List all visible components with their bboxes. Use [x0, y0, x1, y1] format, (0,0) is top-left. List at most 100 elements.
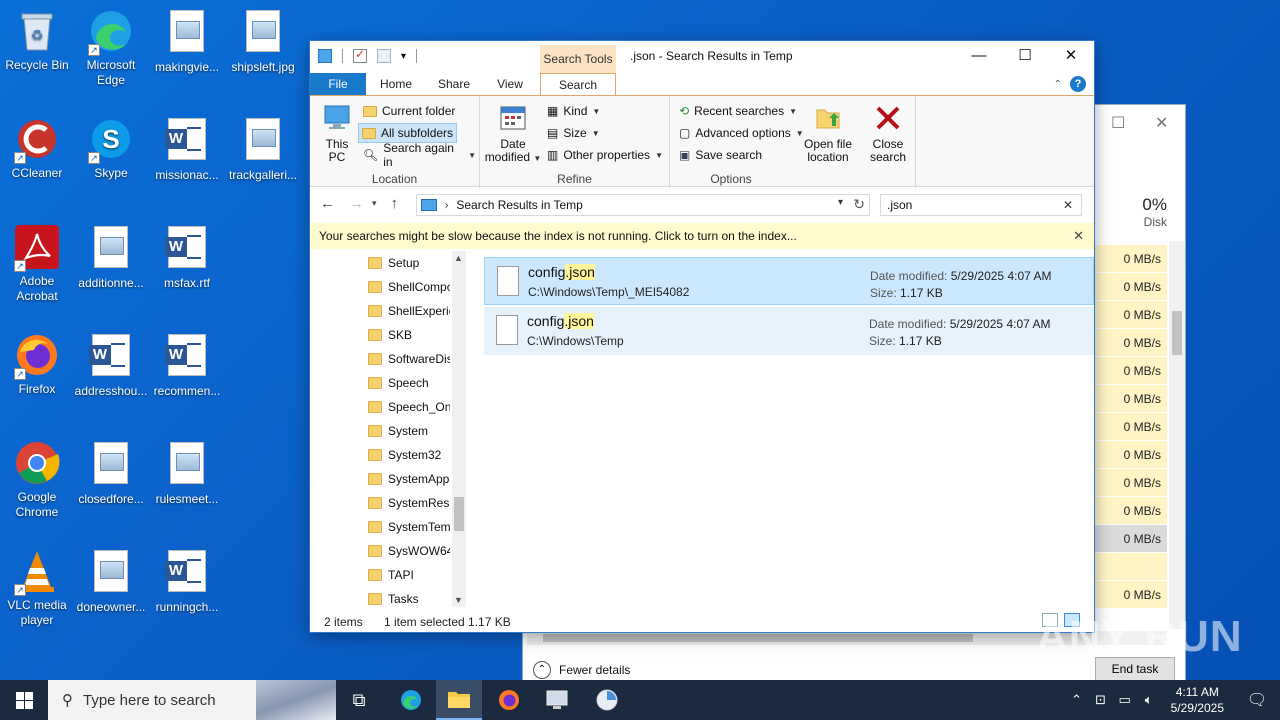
taskbar-search-box[interactable]: ⚲ Type here to search [48, 680, 336, 720]
kind-button[interactable]: ▦ Kind ▼ [544, 101, 603, 121]
disk-rate-cell[interactable]: 0 MB/s [1095, 441, 1167, 469]
desktop-icon-missionac[interactable]: W missionac... [150, 116, 224, 183]
this-pc-button[interactable]: This PC [318, 104, 356, 164]
disk-rate-cell[interactable]: 0 MB/s [1095, 469, 1167, 497]
disk-column-header[interactable]: 0% Disk [1095, 195, 1167, 229]
index-info-bar[interactable]: Your searches might be slow because the … [310, 223, 1094, 249]
tab-share[interactable]: Share [432, 73, 476, 95]
desktop-icon-runningch[interactable]: W runningch... [150, 548, 224, 615]
search-input[interactable]: .json ✕ [880, 194, 1082, 216]
desktop-icon-additionne[interactable]: additionne... [74, 224, 148, 291]
close-button[interactable]: ✕ [1048, 41, 1094, 71]
desktop-icon-recommen[interactable]: W recommen... [150, 332, 224, 399]
disk-rate-cell[interactable]: 0 MB/s [1095, 357, 1167, 385]
disk-rate-cell[interactable]: 0 MB/s [1095, 329, 1167, 357]
desktop-icon-makingvie[interactable]: makingvie... [150, 8, 224, 75]
desktop-icon-trackgalleri[interactable]: trackgalleri... [226, 116, 300, 183]
scroll-thumb[interactable] [1172, 311, 1182, 355]
advanced-options-button[interactable]: ▢ Advanced options ▼ [676, 123, 807, 143]
date-modified-button[interactable]: Date modified ▼ [484, 104, 542, 165]
address-bar[interactable]: › Search Results in Temp ▾ ↻ [416, 194, 870, 216]
desktop-icon-closedfore[interactable]: closedfore... [74, 440, 148, 507]
list-item[interactable]: config.json C:\Windows\Temp Date modifie… [484, 307, 1094, 355]
tree-item[interactable]: SKB [368, 323, 450, 347]
disk-rate-cell[interactable]: 0 MB/s [1095, 245, 1167, 273]
scroll-thumb[interactable] [454, 497, 464, 531]
task-view-button[interactable]: ⧉ [336, 680, 382, 720]
customize-toolbar-dropdown-icon[interactable]: ▾ [401, 51, 406, 62]
forward-arrow-icon[interactable]: → [349, 195, 364, 212]
size-button[interactable]: ▤ Size ▼ [544, 123, 603, 143]
start-button[interactable] [0, 680, 48, 720]
desktop-icon-addresshou[interactable]: W addresshou... [74, 332, 148, 399]
desktop-icon-adobe-acrobat[interactable]: ↗ Adobe Acrobat [0, 224, 74, 304]
desktop-icon-vlc[interactable]: ↗ VLC media player [0, 548, 74, 628]
tab-home[interactable]: Home [374, 73, 418, 95]
tree-item[interactable]: SystemApps [368, 467, 450, 491]
up-arrow-icon[interactable]: ↑ [391, 195, 399, 212]
desktop-icon-ccleaner[interactable]: ↗ CCleaner [0, 116, 74, 181]
tree-item[interactable]: Tasks [368, 587, 450, 611]
tree-item[interactable]: SysWOW64 [368, 539, 450, 563]
open-file-location-button[interactable]: Open file location [798, 104, 858, 164]
title-bar[interactable]: ▾ Search Tools .json - Search Results in… [310, 41, 1094, 73]
notification-center-icon[interactable]: 🗨︎ [1234, 690, 1280, 710]
tree-item[interactable]: ShellExperie [368, 299, 450, 323]
desktop-icon-shipsleft[interactable]: shipsleft.jpg [226, 8, 300, 75]
save-search-button[interactable]: ▣ Save search [676, 145, 765, 165]
taskbar-edge[interactable] [388, 680, 434, 720]
desktop-icon-firefox[interactable]: ↗ Firefox [0, 332, 74, 397]
desktop-icon-google-chrome[interactable]: Google Chrome [0, 440, 74, 520]
fewer-details-button[interactable]: ⌃ Fewer details [533, 661, 630, 679]
all-subfolders-button[interactable]: All subfolders [358, 123, 458, 143]
disk-rate-cell[interactable]: 0 MB/s [1095, 385, 1167, 413]
desktop-icon-doneowner[interactable]: doneowner... [74, 548, 148, 615]
help-icon[interactable]: ? [1070, 76, 1086, 92]
desktop-icon-msfax[interactable]: W msfax.rtf [150, 224, 224, 291]
list-item[interactable]: config.json C:\Windows\Temp\_MEI54082 Da… [484, 257, 1094, 305]
taskbar-firefox[interactable] [486, 680, 532, 720]
tree-item[interactable]: SoftwareDis [368, 347, 450, 371]
tab-view[interactable]: View [490, 73, 530, 95]
scroll-thumb[interactable] [543, 634, 973, 642]
scroll-down-arrow-icon[interactable]: ▼ [454, 595, 463, 605]
navigation-pane-scrollbar[interactable]: ▲ ▼ [452, 251, 466, 607]
close-icon[interactable]: ✕ [1155, 113, 1168, 133]
disk-rate-cell[interactable]: 0 MB/s [1095, 581, 1167, 609]
maximize-button[interactable]: ☐ [1002, 41, 1048, 71]
tree-item[interactable]: SystemTemp [368, 515, 450, 539]
address-history-chevron-icon[interactable]: ▾ [838, 197, 843, 208]
meet-now-icon[interactable]: ⊡ [1089, 692, 1113, 708]
tree-item[interactable]: Speech [368, 371, 450, 395]
close-search-button[interactable]: Close search [866, 104, 910, 164]
tree-item[interactable]: System [368, 419, 450, 443]
disk-rate-cell[interactable]: 0 MB/s [1095, 413, 1167, 441]
maximize-icon[interactable]: ☐ [1111, 113, 1125, 133]
vertical-scrollbar[interactable] [1169, 241, 1185, 629]
other-properties-button[interactable]: ▥ Other properties ▼ [544, 145, 666, 165]
current-folder-button[interactable]: Current folder [360, 101, 458, 121]
desktop-icon-rulesmeet[interactable]: rulesmeet... [150, 440, 224, 507]
collapse-ribbon-icon[interactable]: ⌃ [1054, 79, 1062, 90]
recent-searches-button[interactable]: ⟲ Recent searches ▼ [676, 101, 800, 121]
tree-item[interactable]: ShellCompo [368, 275, 450, 299]
tree-item[interactable]: System32 [368, 443, 450, 467]
volume-icon[interactable]: 🔈︎ [1137, 692, 1161, 708]
close-infobar-icon[interactable]: ✕ [1073, 223, 1084, 249]
minimize-button[interactable]: — [956, 41, 1002, 71]
tab-search[interactable]: Search [540, 73, 616, 95]
taskbar-file-explorer[interactable] [436, 680, 482, 720]
scroll-up-arrow-icon[interactable]: ▲ [454, 253, 463, 263]
breadcrumb[interactable]: Search Results in Temp [456, 198, 583, 212]
properties-icon[interactable] [353, 47, 367, 63]
clear-search-icon[interactable]: ✕ [1063, 195, 1073, 215]
taskbar-network-tool[interactable] [534, 680, 580, 720]
desktop-icon-recycle-bin[interactable]: ♻ Recycle Bin [0, 8, 74, 73]
recent-locations-chevron-icon[interactable]: ▾ [372, 198, 377, 212]
show-hidden-icons-chevron-icon[interactable]: ⌃ [1065, 692, 1089, 708]
tree-item[interactable]: TAPI [368, 563, 450, 587]
network-icon[interactable]: ▭ [1113, 692, 1137, 708]
disk-rate-cell[interactable]: 0 MB/s [1095, 273, 1167, 301]
tree-item[interactable]: SystemReso [368, 491, 450, 515]
refresh-icon[interactable]: ↻ [853, 196, 865, 213]
